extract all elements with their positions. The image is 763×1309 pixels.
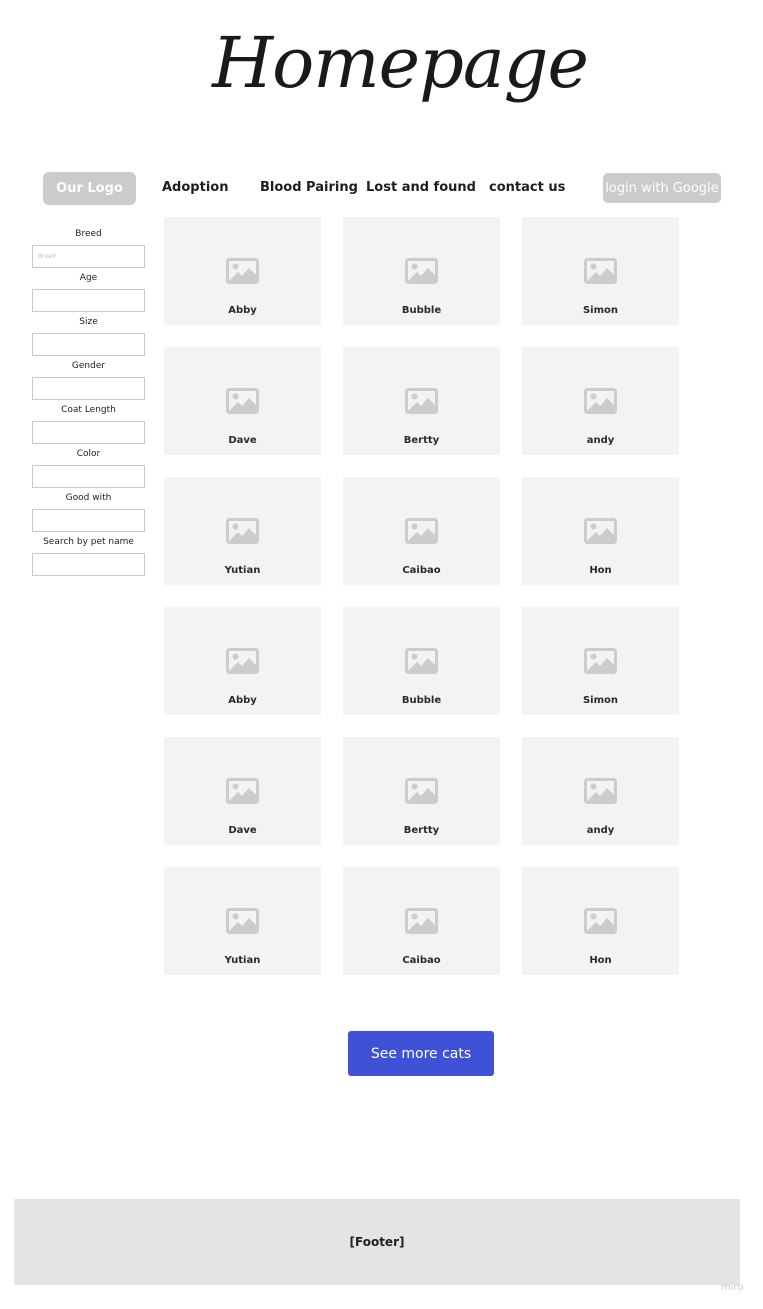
- cat-card[interactable]: Yutian: [164, 477, 321, 585]
- cat-name: Simon: [582, 305, 619, 316]
- filter-pet-name: Search by pet name: [32, 535, 145, 579]
- cat-card[interactable]: Bubble: [343, 607, 500, 715]
- cat-name: Caibao: [402, 565, 441, 576]
- filter-breed: Breed Breed: [32, 227, 145, 271]
- cat-card[interactable]: Caibao: [343, 477, 500, 585]
- image-placeholder-icon: [226, 258, 259, 284]
- age-input[interactable]: [32, 289, 145, 312]
- cat-name: Bubble: [401, 695, 442, 706]
- cat-name: Dave: [228, 825, 257, 836]
- cat-name: Hon: [589, 955, 612, 966]
- filter-label: Gender: [71, 361, 106, 371]
- cat-card[interactable]: Yutian: [164, 867, 321, 975]
- filter-good-with: Good with: [32, 491, 145, 535]
- filter-panel: Breed Breed Age Size Gender Coat Length …: [32, 227, 145, 579]
- cat-card[interactable]: Abby: [164, 217, 321, 325]
- footer-label: [Footer]: [349, 1235, 405, 1249]
- cat-name: Yutian: [224, 955, 261, 966]
- size-input[interactable]: [32, 333, 145, 356]
- image-placeholder-icon: [405, 388, 438, 414]
- nav-link-adoption[interactable]: Adoption: [162, 180, 228, 195]
- image-placeholder-icon: [584, 778, 617, 804]
- logo[interactable]: Our Logo: [43, 172, 136, 205]
- cat-card[interactable]: Bertty: [343, 347, 500, 455]
- cat-card[interactable]: Simon: [522, 607, 679, 715]
- cat-card[interactable]: Dave: [164, 347, 321, 455]
- cat-name: Hon: [589, 565, 612, 576]
- see-more-cats-button[interactable]: See more cats: [348, 1031, 494, 1076]
- footer: [Footer]: [14, 1199, 740, 1285]
- image-placeholder-icon: [405, 258, 438, 284]
- filter-size: Size: [32, 315, 145, 359]
- image-placeholder-icon: [405, 648, 438, 674]
- cat-name: Bertty: [403, 435, 440, 446]
- cat-name: Caibao: [402, 955, 441, 966]
- cat-card[interactable]: Simon: [522, 217, 679, 325]
- color-input[interactable]: [32, 465, 145, 488]
- nav-link-lost-and-found[interactable]: Lost and found: [366, 180, 476, 195]
- cat-name: Bubble: [401, 305, 442, 316]
- filter-label: Color: [76, 449, 101, 459]
- cat-card[interactable]: Bertty: [343, 737, 500, 845]
- cat-card[interactable]: andy: [522, 347, 679, 455]
- nav-link-contact-us[interactable]: contact us: [489, 180, 565, 195]
- filter-color: Color: [32, 447, 145, 491]
- cat-card[interactable]: Bubble: [343, 217, 500, 325]
- cat-card[interactable]: Hon: [522, 867, 679, 975]
- cat-name: Abby: [228, 305, 257, 316]
- cat-card[interactable]: Abby: [164, 607, 321, 715]
- cat-card[interactable]: Dave: [164, 737, 321, 845]
- image-placeholder-icon: [226, 778, 259, 804]
- filter-gender: Gender: [32, 359, 145, 403]
- filter-label: Breed: [75, 229, 102, 239]
- miro-watermark: miro: [721, 1282, 744, 1293]
- cat-card[interactable]: andy: [522, 737, 679, 845]
- cat-name: Abby: [228, 695, 257, 706]
- image-placeholder-icon: [405, 778, 438, 804]
- cat-grid: Abby Bubble Simon Dave Bertty andy Yutian Caiba…: [164, 217, 679, 975]
- image-placeholder-icon: [226, 648, 259, 674]
- gender-input[interactable]: [32, 377, 145, 400]
- coat-length-input[interactable]: [32, 421, 145, 444]
- nav-link-blood-pairing[interactable]: Blood Pairing: [260, 180, 358, 195]
- image-placeholder-icon: [226, 908, 259, 934]
- good-with-input[interactable]: [32, 509, 145, 532]
- filter-label: Size: [79, 317, 98, 327]
- image-placeholder-icon: [405, 908, 438, 934]
- cat-card[interactable]: Hon: [522, 477, 679, 585]
- cat-name: andy: [586, 435, 615, 446]
- filter-coat-length: Coat Length: [32, 403, 145, 447]
- filter-label: Age: [79, 273, 98, 283]
- pet-name-search-input[interactable]: [32, 553, 145, 576]
- filter-label: Search by pet name: [43, 537, 134, 547]
- cat-name: Dave: [228, 435, 257, 446]
- cat-card[interactable]: Caibao: [343, 867, 500, 975]
- image-placeholder-icon: [226, 518, 259, 544]
- cat-name: Simon: [582, 695, 619, 706]
- login-with-google-button[interactable]: login with Google: [603, 173, 721, 203]
- image-placeholder-icon: [226, 388, 259, 414]
- image-placeholder-icon: [584, 258, 617, 284]
- image-placeholder-icon: [405, 518, 438, 544]
- cat-name: Yutian: [224, 565, 261, 576]
- image-placeholder-icon: [584, 908, 617, 934]
- image-placeholder-icon: [584, 388, 617, 414]
- filter-label: Good with: [65, 493, 112, 503]
- filter-label: Coat Length: [61, 405, 116, 415]
- cat-name: Bertty: [403, 825, 440, 836]
- page-title: Homepage: [212, 22, 589, 104]
- image-placeholder-icon: [584, 648, 617, 674]
- image-placeholder-icon: [584, 518, 617, 544]
- breed-input[interactable]: Breed: [32, 245, 145, 268]
- cat-name: andy: [586, 825, 615, 836]
- filter-age: Age: [32, 271, 145, 315]
